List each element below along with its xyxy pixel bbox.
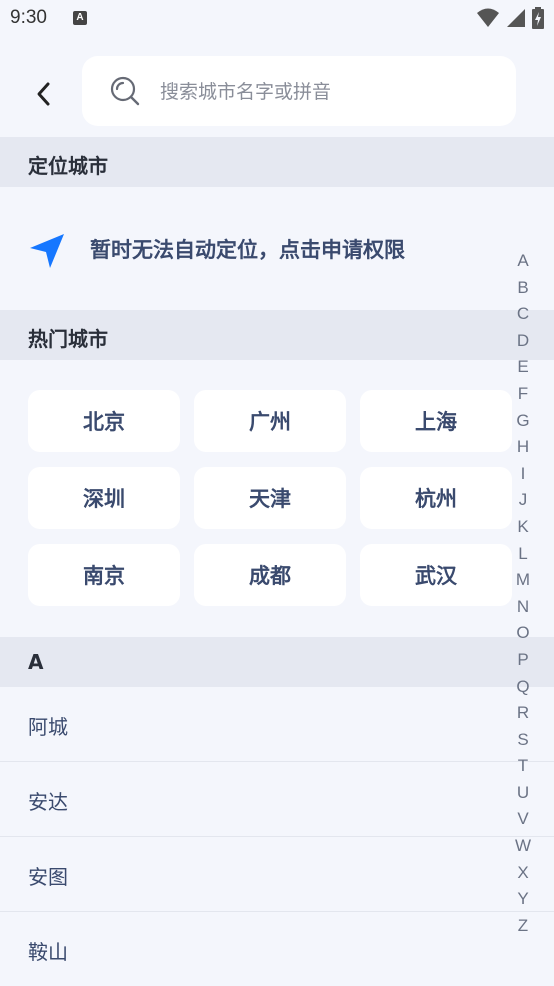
city-name: 阿城 [28,715,68,739]
alphabet-index-bar[interactable]: A B C D E F G H I J K L M N O P Q R S T … [508,248,538,939]
index-letter-k[interactable]: K [508,514,538,541]
hot-city-beijing[interactable]: 北京 [28,390,180,452]
index-letter-u[interactable]: U [508,780,538,807]
status-icons [476,7,546,29]
city-name: 安达 [28,790,68,814]
index-letter-y[interactable]: Y [508,886,538,913]
location-permission-text: 暂时无法自动定位，点击申请权限 [90,238,405,262]
chevron-left-icon [37,82,50,106]
location-section-title: 定位城市 [28,154,108,178]
search-box[interactable] [82,56,516,126]
notification-a-icon: A [73,11,87,25]
location-permission-row[interactable]: 暂时无法自动定位，点击申请权限 [0,187,554,309]
hot-city-wuhan[interactable]: 武汉 [360,544,512,606]
navigation-arrow-icon [30,234,64,268]
letter-section-header: A [0,637,554,687]
wifi-icon [476,8,499,27]
list-item[interactable]: 安图 [0,837,554,912]
hot-city-shenzhen[interactable]: 深圳 [28,467,180,529]
index-letter-s[interactable]: S [508,727,538,754]
index-letter-t[interactable]: T [508,753,538,780]
index-letter-m[interactable]: M [508,567,538,594]
status-bar: 9:30 A [0,0,554,36]
index-letter-c[interactable]: C [508,301,538,328]
battery-icon [532,7,544,29]
hot-city-tianjin[interactable]: 天津 [194,467,346,529]
index-letter-j[interactable]: J [508,487,538,514]
index-letter-e[interactable]: E [508,354,538,381]
hot-section-title: 热门城市 [28,327,108,351]
index-letter-i[interactable]: I [508,461,538,488]
index-letter-v[interactable]: V [508,806,538,833]
notification-a-label: A [76,12,84,23]
status-time: 9:30 [10,7,47,28]
index-letter-l[interactable]: L [508,541,538,568]
index-letter-f[interactable]: F [508,381,538,408]
hot-city-chengdu[interactable]: 成都 [194,544,346,606]
hot-city-nanjing[interactable]: 南京 [28,544,180,606]
hot-city-shanghai[interactable]: 上海 [360,390,512,452]
index-letter-x[interactable]: X [508,860,538,887]
city-name: 安图 [28,865,68,889]
city-name: 鞍山 [28,940,68,964]
index-letter-r[interactable]: R [508,700,538,727]
hot-section-header: 热门城市 [0,310,554,360]
list-item[interactable]: 阿城 [0,687,554,762]
list-item[interactable]: 鞍山 [0,912,554,986]
index-letter-b[interactable]: B [508,275,538,302]
city-list: 阿城 安达 安图 鞍山 [0,687,554,986]
letter-section-title: A [28,650,44,674]
search-icon [110,76,140,106]
hot-city-hangzhou[interactable]: 杭州 [360,467,512,529]
back-button[interactable] [28,78,60,110]
index-letter-g[interactable]: G [508,408,538,435]
index-letter-h[interactable]: H [508,434,538,461]
index-letter-a[interactable]: A [508,248,538,275]
index-letter-z[interactable]: Z [508,913,538,940]
index-letter-w[interactable]: W [508,833,538,860]
hot-city-grid: 北京 广州 上海 深圳 天津 杭州 南京 成都 武汉 [28,390,512,608]
location-section-header: 定位城市 [0,137,554,187]
index-letter-n[interactable]: N [508,594,538,621]
index-letter-q[interactable]: Q [508,674,538,701]
index-letter-p[interactable]: P [508,647,538,674]
search-input[interactable] [158,74,492,110]
index-letter-d[interactable]: D [508,328,538,355]
index-letter-o[interactable]: O [508,620,538,647]
hot-city-guangzhou[interactable]: 广州 [194,390,346,452]
list-item[interactable]: 安达 [0,762,554,837]
signal-icon [506,9,525,27]
header [0,56,554,128]
